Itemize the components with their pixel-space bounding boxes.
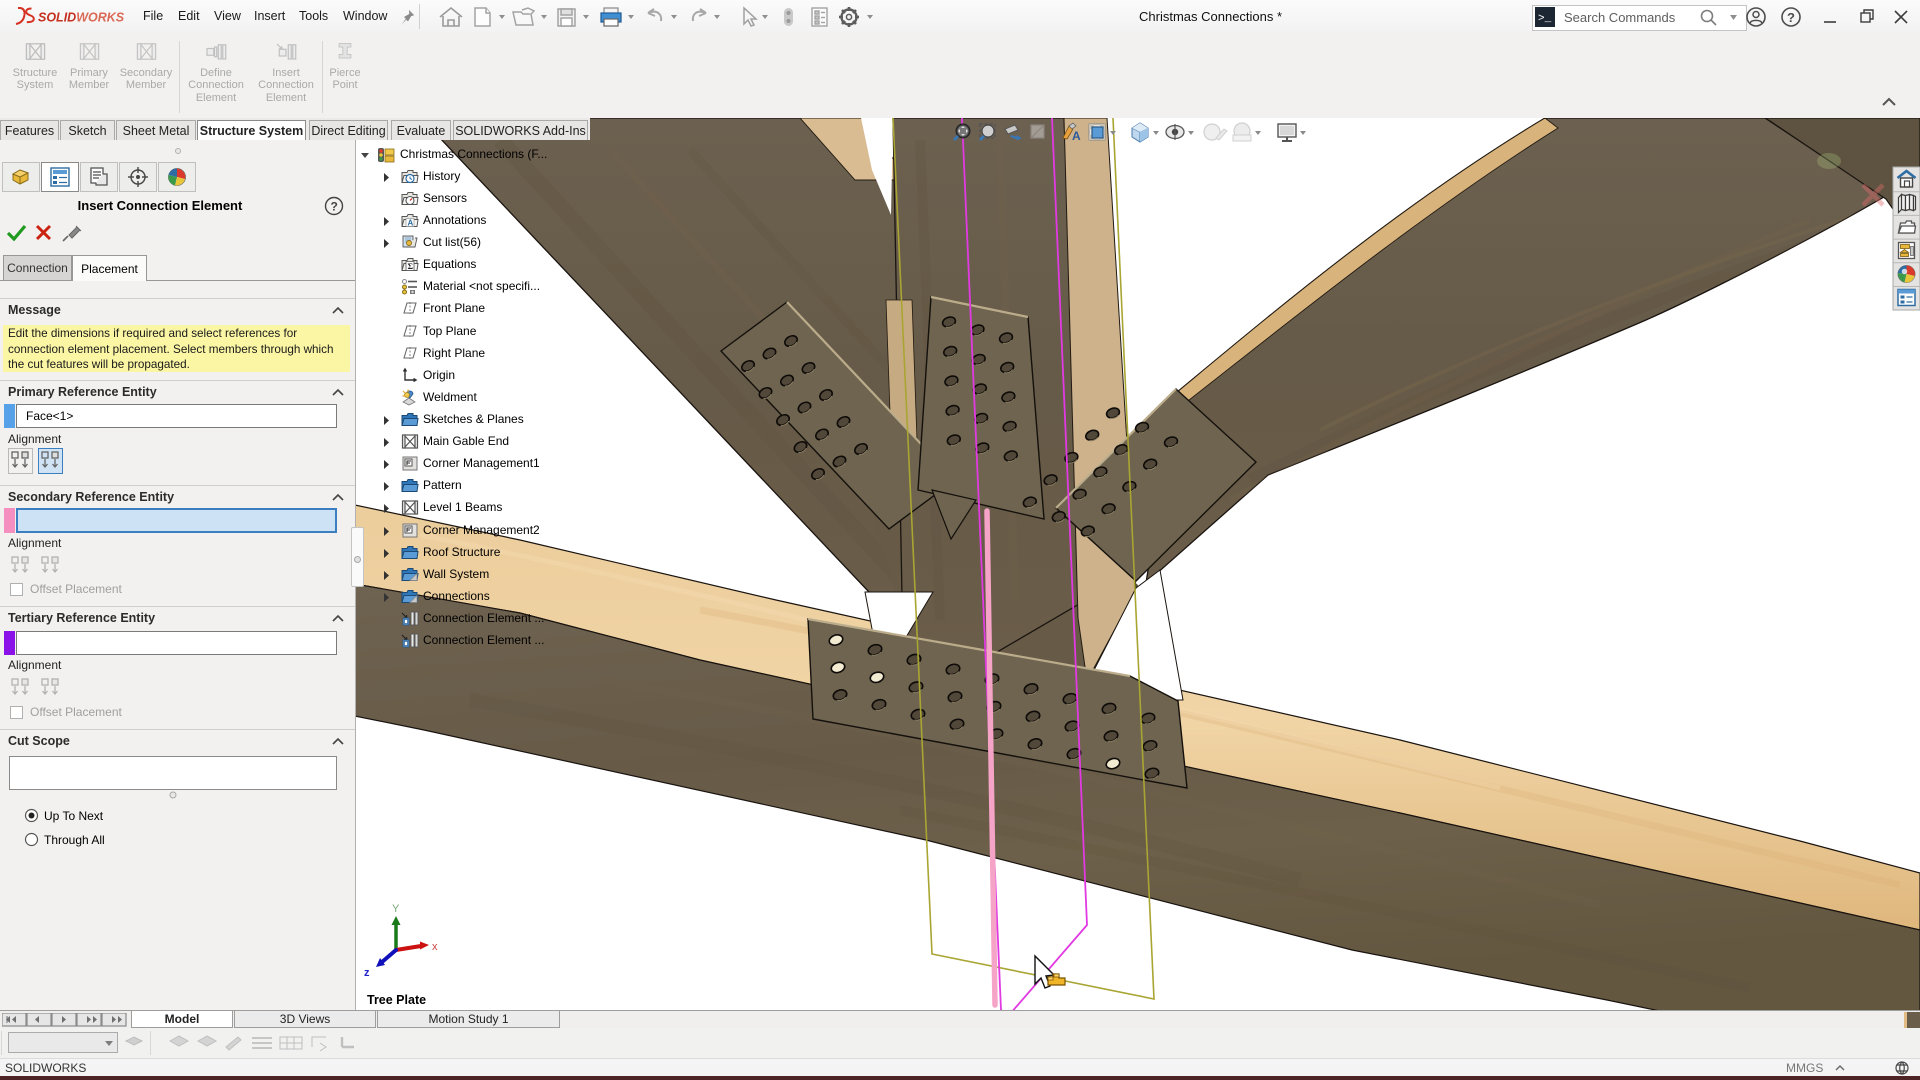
svg-text:A: A [1072, 129, 1081, 143]
svg-text:x: x [432, 941, 438, 953]
svg-text:?: ? [1787, 10, 1795, 25]
svg-text:z: z [364, 967, 370, 979]
svg-text:SOLIDWORKS: SOLIDWORKS [38, 11, 125, 25]
svg-text:?: ? [331, 200, 338, 214]
svg-text:Search Commands: Search Commands [1564, 10, 1676, 25]
svg-text:Tree Plate: Tree Plate [367, 993, 426, 1007]
svg-text:Y: Y [392, 903, 400, 915]
svg-text:>_: >_ [1538, 13, 1552, 25]
